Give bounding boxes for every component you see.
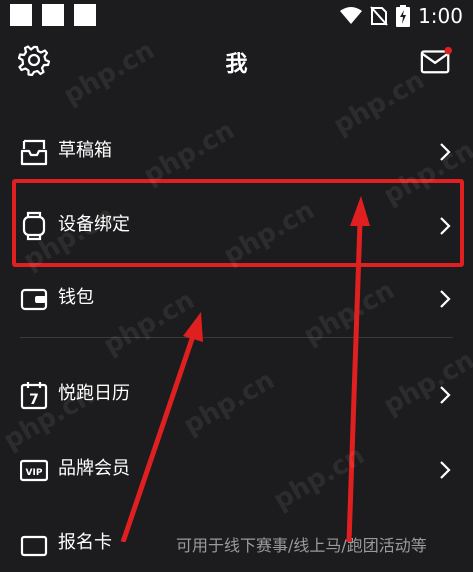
- menu-item-label: 钱包: [58, 285, 94, 311]
- chevron-right-icon: [439, 142, 451, 162]
- menu-item-label: 悦跑日历: [58, 381, 130, 407]
- page-header: 我: [0, 36, 473, 86]
- menu-item-calendar[interactable]: 7 悦跑日历: [0, 367, 473, 423]
- menu-item-wallet[interactable]: 钱包: [0, 271, 473, 327]
- menu-item-brand-membership[interactable]: VIP 品牌会员: [0, 442, 473, 498]
- calendar-icon: 7: [20, 380, 48, 410]
- menu-item-registration-card[interactable]: 报名卡 可用于线下赛事/线上马/跑团活动等: [0, 516, 473, 572]
- notification-icon: [42, 4, 64, 26]
- notification-dot: [444, 47, 452, 55]
- menu-item-subtitle: 可用于线下赛事/线上马/跑团活动等: [176, 532, 427, 556]
- menu-item-label: 报名卡: [58, 530, 112, 556]
- chevron-right-icon: [439, 385, 451, 405]
- mail-icon[interactable]: [420, 44, 452, 76]
- clock: 1:00: [418, 4, 463, 28]
- no-sim-icon: [370, 6, 388, 26]
- chevron-right-icon: [439, 460, 451, 480]
- annotation-arrow: [123, 312, 203, 542]
- vip-icon: VIP: [20, 455, 48, 485]
- chevron-right-icon: [439, 289, 451, 309]
- section-divider: [20, 337, 453, 338]
- menu-item-drafts[interactable]: 草稿箱: [0, 124, 473, 180]
- battery-charging-icon: [396, 5, 410, 27]
- highlight-box: [12, 179, 464, 267]
- wallet-icon: [20, 284, 48, 314]
- menu-item-label: 品牌会员: [58, 456, 130, 482]
- status-bar: 1:00: [0, 0, 473, 34]
- menu-item-label: 草稿箱: [58, 138, 112, 164]
- vip-icon-text: VIP: [26, 468, 43, 478]
- wifi-icon: [340, 7, 362, 25]
- page-title: 我: [0, 46, 473, 78]
- notification-icon: [10, 4, 32, 26]
- calendar-icon-text: 7: [29, 392, 39, 408]
- ticket-icon: [20, 529, 48, 559]
- notification-icon: [74, 4, 96, 26]
- drafts-icon: [20, 137, 48, 167]
